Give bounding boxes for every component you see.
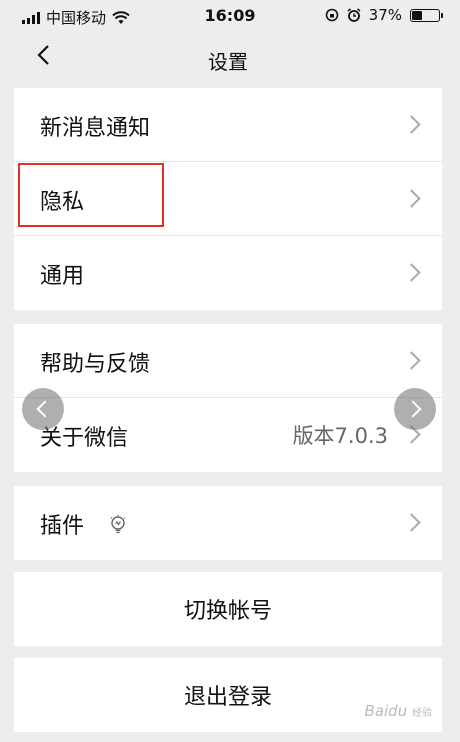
settings-item-label: 隐私 [40, 190, 85, 215]
switch-account-button[interactable]: 切换帐号 [14, 572, 442, 646]
next-image-button[interactable] [394, 388, 436, 430]
version-value: 版本7.0.3 [292, 424, 388, 448]
settings-item-about-wechat[interactable]: 关于微信 版本7.0.3 [14, 398, 442, 472]
settings-group-3: 插件 [14, 486, 442, 560]
settings-group-1: 新消息通知 隐私 通用 [14, 88, 442, 310]
watermark-sub: 经验 [412, 708, 432, 719]
battery-percent: 37% [368, 6, 402, 24]
logout-button[interactable]: 退出登录 [14, 658, 442, 732]
settings-item-general[interactable]: 通用 [14, 236, 442, 310]
watermark-brand: Baidu [364, 702, 408, 720]
lightbulb-icon [110, 515, 126, 534]
logout-group: 退出登录 [14, 658, 442, 732]
status-bar: 中国移动 16:09 37% [0, 0, 460, 34]
chevron-right-icon [402, 263, 421, 282]
baidu-watermark: Baidu 经验 [365, 702, 432, 720]
settings-item-label: 插件 [40, 514, 85, 539]
chevron-right-icon [402, 189, 421, 208]
previous-image-button[interactable] [22, 388, 64, 430]
settings-item-new-message-notification[interactable]: 新消息通知 [14, 88, 442, 162]
page-title: 设置 [208, 50, 248, 74]
battery-icon [410, 8, 443, 22]
settings-item-plugins[interactable]: 插件 [14, 486, 442, 560]
navigation-bar: 设置 [14, 34, 442, 84]
settings-group-2: 帮助与反馈 关于微信 版本7.0.3 [14, 324, 442, 472]
alarm-icon [347, 8, 361, 22]
chevron-right-icon [402, 351, 421, 370]
status-right: 37% [325, 6, 443, 24]
settings-item-help-feedback[interactable]: 帮助与反馈 [14, 324, 442, 398]
chevron-right-icon [402, 513, 421, 532]
chevron-right-icon [402, 115, 421, 134]
settings-item-label: 新消息通知 [40, 116, 151, 141]
switch-account-group: 切换帐号 [14, 572, 442, 646]
settings-item-label: 帮助与反馈 [40, 352, 151, 377]
settings-item-label: 通用 [40, 264, 85, 289]
settings-item-privacy[interactable]: 隐私 [14, 162, 442, 236]
rotation-lock-icon [325, 8, 338, 22]
